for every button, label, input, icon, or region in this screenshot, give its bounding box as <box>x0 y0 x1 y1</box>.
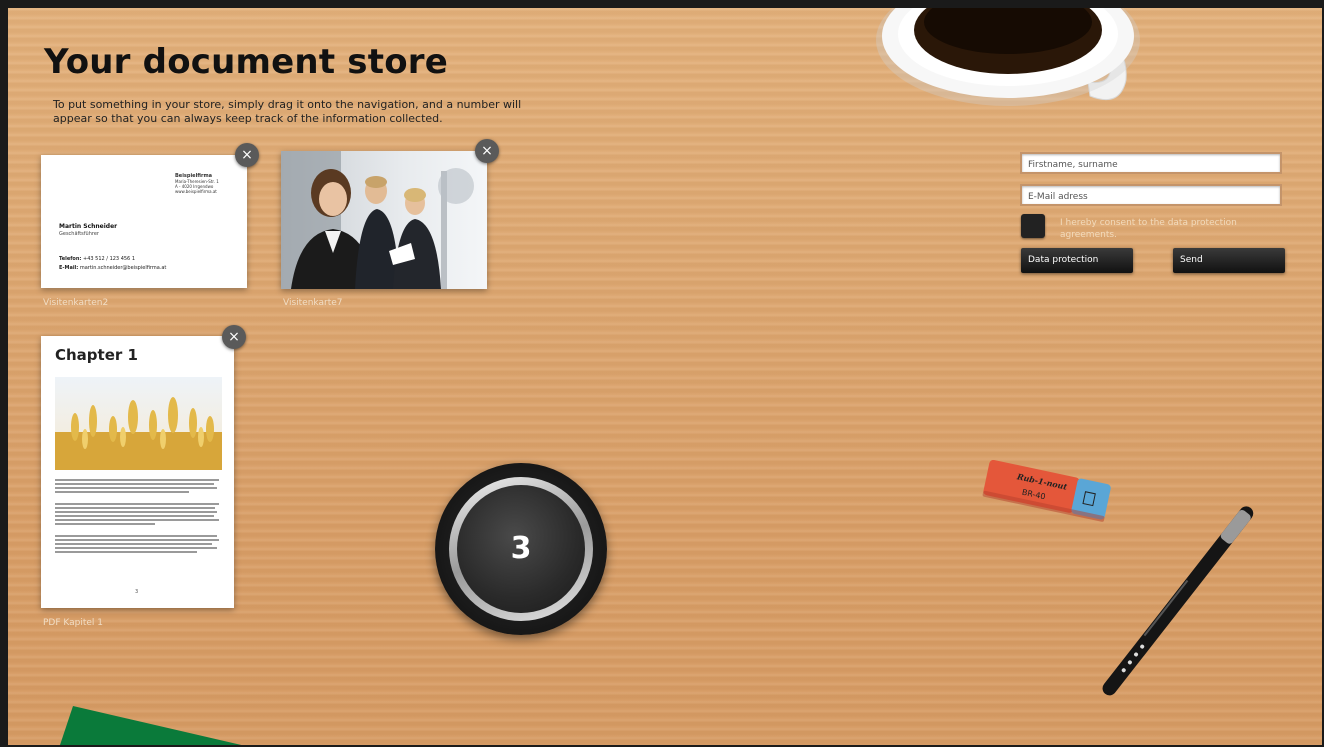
business-card-document[interactable]: Beispielfirma Maria-Theresien-Str. 1 A -… <box>41 155 247 288</box>
card-person-name: Martin Schneider <box>59 223 118 230</box>
pdf-page-number: 3 <box>135 589 139 595</box>
close-icon[interactable]: × <box>222 325 246 349</box>
close-icon[interactable]: × <box>475 139 499 163</box>
wheat-field-image <box>55 377 222 470</box>
card-company-line: www.beispielfirma.at <box>175 189 217 194</box>
consent-checkbox[interactable] <box>1021 214 1045 238</box>
page-intro: To put something in your store, simply d… <box>53 98 522 125</box>
green-triangle-decoration <box>60 706 242 745</box>
data-protection-button[interactable]: Data protection <box>1021 248 1133 273</box>
card-person-role: Geschäftsführer <box>59 231 99 237</box>
counter-value: 3 <box>457 485 585 613</box>
document-store-counter[interactable]: 3 <box>435 463 607 635</box>
business-card-caption: Visitenkarten2 <box>43 298 109 308</box>
pdf-chapter-heading: Chapter 1 <box>55 346 138 364</box>
card-telefon-value: +43 512 / 123 456 1 <box>83 256 136 262</box>
card-email-value: martin.schneider@beispielfirma.at <box>79 265 167 271</box>
name-field[interactable]: Firstname, surname <box>1020 152 1282 174</box>
consent-label: I hereby consent to the data protection … <box>1060 218 1237 240</box>
business-people-photo <box>281 151 487 289</box>
pdf-document[interactable]: Chapter 1 3 <box>41 336 234 608</box>
photo-document[interactable] <box>281 151 487 289</box>
send-button[interactable]: Send <box>1173 248 1285 273</box>
close-icon[interactable]: × <box>235 143 259 167</box>
pdf-caption: PDF Kapitel 1 <box>43 618 104 628</box>
pdf-body-text <box>55 479 222 555</box>
card-company-block: Beispielfirma Maria-Theresien-Str. 1 A -… <box>175 173 219 195</box>
card-telefon-label: Telefon: <box>59 256 82 262</box>
page-title: Your document store <box>44 42 448 82</box>
stylus-pen-image <box>1102 506 1254 696</box>
coffee-cup-image <box>876 8 1140 106</box>
email-field[interactable]: E-Mail adress <box>1020 184 1282 206</box>
desk-background: Your document store To put something in … <box>8 8 1322 745</box>
card-email-label: E-Mail: <box>59 265 79 271</box>
photo-caption: Visitenkarte7 <box>283 298 343 308</box>
card-contact-block: Telefon: +43 512 / 123 456 1 E-Mail: mar… <box>59 255 166 273</box>
